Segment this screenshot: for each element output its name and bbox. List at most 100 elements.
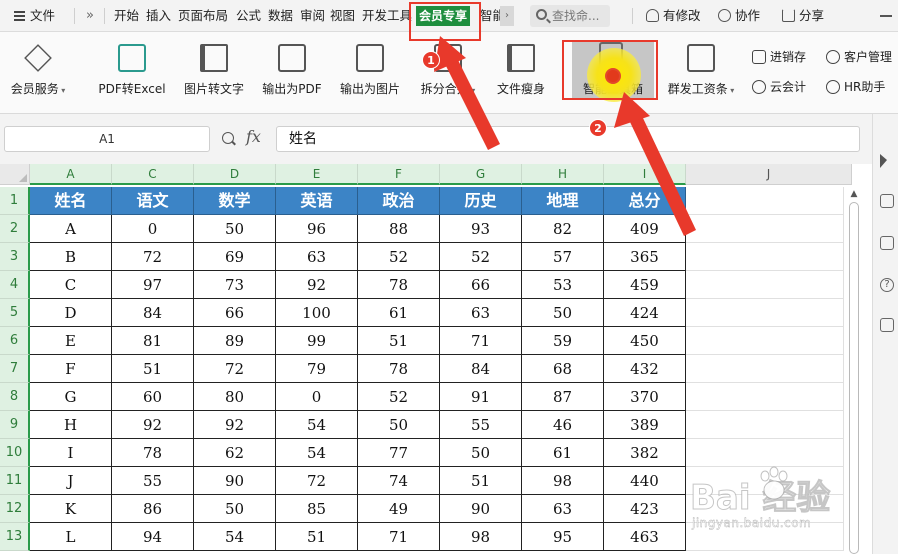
- cloud-accounting-button[interactable]: 云会计: [752, 78, 806, 95]
- table-cell[interactable]: 68: [522, 355, 604, 383]
- table-cell[interactable]: 98: [522, 467, 604, 495]
- table-cell[interactable]: 81: [112, 327, 194, 355]
- empty-cell[interactable]: [686, 187, 844, 215]
- table-header-cell[interactable]: 语文: [112, 187, 194, 215]
- table-cell[interactable]: 90: [194, 467, 276, 495]
- table-cell[interactable]: 100: [276, 299, 358, 327]
- table-cell[interactable]: 72: [194, 355, 276, 383]
- table-cell[interactable]: 62: [194, 439, 276, 467]
- pointer-icon[interactable]: [880, 154, 887, 168]
- table-cell[interactable]: 82: [522, 215, 604, 243]
- table-cell[interactable]: 370: [604, 383, 686, 411]
- table-cell[interactable]: 90: [440, 495, 522, 523]
- table-cell[interactable]: 84: [112, 299, 194, 327]
- tab-page-layout[interactable]: 页面布局: [178, 0, 228, 32]
- row-header-11[interactable]: 11: [0, 467, 30, 495]
- column-header-a[interactable]: A: [30, 164, 112, 185]
- share-button[interactable]: 分享: [782, 0, 824, 32]
- collaborate-button[interactable]: 协作: [718, 0, 760, 32]
- tab-view[interactable]: 视图: [330, 0, 355, 32]
- row-header-9[interactable]: 9: [0, 411, 30, 439]
- table-cell[interactable]: 77: [358, 439, 440, 467]
- command-search[interactable]: 查找命...: [530, 5, 610, 27]
- table-cell[interactable]: 409: [604, 215, 686, 243]
- table-cell[interactable]: 50: [358, 411, 440, 439]
- row-header-12[interactable]: 12: [0, 495, 30, 523]
- table-cell[interactable]: 0: [276, 383, 358, 411]
- empty-cell[interactable]: [686, 355, 844, 383]
- table-cell[interactable]: 51: [440, 467, 522, 495]
- table-cell[interactable]: 95: [522, 523, 604, 551]
- table-cell[interactable]: 73: [194, 271, 276, 299]
- hr-assistant-button[interactable]: HR助手: [826, 78, 885, 95]
- export-image-button[interactable]: 输出为图片: [332, 32, 408, 114]
- table-cell[interactable]: 60: [112, 383, 194, 411]
- table-cell[interactable]: I: [30, 439, 112, 467]
- table-header-cell[interactable]: 历史: [440, 187, 522, 215]
- split-merge-button[interactable]: 拆分合并: [410, 32, 486, 114]
- table-cell[interactable]: 46: [522, 411, 604, 439]
- table-cell[interactable]: 49: [358, 495, 440, 523]
- table-header-cell[interactable]: 数学: [194, 187, 276, 215]
- table-cell[interactable]: 59: [522, 327, 604, 355]
- table-header-cell[interactable]: 英语: [276, 187, 358, 215]
- empty-cell[interactable]: [686, 411, 844, 439]
- table-cell[interactable]: 432: [604, 355, 686, 383]
- table-cell[interactable]: 55: [440, 411, 522, 439]
- scroll-up-icon[interactable]: ▲: [848, 188, 860, 200]
- table-header-cell[interactable]: 总分: [604, 187, 686, 215]
- table-cell[interactable]: J: [30, 467, 112, 495]
- file-menu[interactable]: 文件: [6, 0, 76, 32]
- table-cell[interactable]: A: [30, 215, 112, 243]
- assistant-icon[interactable]: [880, 318, 894, 332]
- table-cell[interactable]: 96: [276, 215, 358, 243]
- table-cell[interactable]: 382: [604, 439, 686, 467]
- column-header-d[interactable]: D: [194, 164, 276, 185]
- table-cell[interactable]: 63: [522, 495, 604, 523]
- table-cell[interactable]: 78: [112, 439, 194, 467]
- empty-cell[interactable]: [686, 383, 844, 411]
- table-cell[interactable]: 78: [358, 271, 440, 299]
- table-cell[interactable]: 54: [194, 523, 276, 551]
- table-cell[interactable]: 88: [358, 215, 440, 243]
- row-header-4[interactable]: 4: [0, 271, 30, 299]
- tab-developer[interactable]: 开发工具: [362, 0, 412, 32]
- table-cell[interactable]: 61: [358, 299, 440, 327]
- table-cell[interactable]: 98: [440, 523, 522, 551]
- row-header-5[interactable]: 5: [0, 299, 30, 327]
- table-cell[interactable]: E: [30, 327, 112, 355]
- table-cell[interactable]: 54: [276, 411, 358, 439]
- table-cell[interactable]: 61: [522, 439, 604, 467]
- empty-cell[interactable]: [686, 271, 844, 299]
- table-cell[interactable]: 52: [440, 243, 522, 271]
- column-header-i[interactable]: I: [604, 164, 686, 185]
- zoom-icon[interactable]: [222, 132, 234, 144]
- empty-cell[interactable]: [686, 299, 844, 327]
- table-cell[interactable]: 93: [440, 215, 522, 243]
- table-header-cell[interactable]: 姓名: [30, 187, 112, 215]
- table-cell[interactable]: 66: [194, 299, 276, 327]
- row-header-13[interactable]: 13: [0, 523, 30, 551]
- table-cell[interactable]: 389: [604, 411, 686, 439]
- vip-service-button[interactable]: 会员服务: [0, 32, 76, 114]
- image-to-text-button[interactable]: 图片转文字: [176, 32, 252, 114]
- crop-icon[interactable]: [880, 236, 894, 250]
- column-header-e[interactable]: E: [276, 164, 358, 185]
- table-cell[interactable]: 54: [276, 439, 358, 467]
- tab-review[interactable]: 审阅: [300, 0, 325, 32]
- table-cell[interactable]: 463: [604, 523, 686, 551]
- table-cell[interactable]: 440: [604, 467, 686, 495]
- table-cell[interactable]: 365: [604, 243, 686, 271]
- table-cell[interactable]: 97: [112, 271, 194, 299]
- table-cell[interactable]: H: [30, 411, 112, 439]
- table-cell[interactable]: 87: [522, 383, 604, 411]
- row-header-6[interactable]: 6: [0, 327, 30, 355]
- table-cell[interactable]: 91: [440, 383, 522, 411]
- empty-cell[interactable]: [686, 243, 844, 271]
- payslip-send-button[interactable]: 群发工资条: [660, 32, 742, 114]
- table-cell[interactable]: 53: [522, 271, 604, 299]
- table-cell[interactable]: 80: [194, 383, 276, 411]
- table-cell[interactable]: 55: [112, 467, 194, 495]
- table-cell[interactable]: D: [30, 299, 112, 327]
- pdf-to-excel-button[interactable]: PDF转Excel: [92, 32, 172, 114]
